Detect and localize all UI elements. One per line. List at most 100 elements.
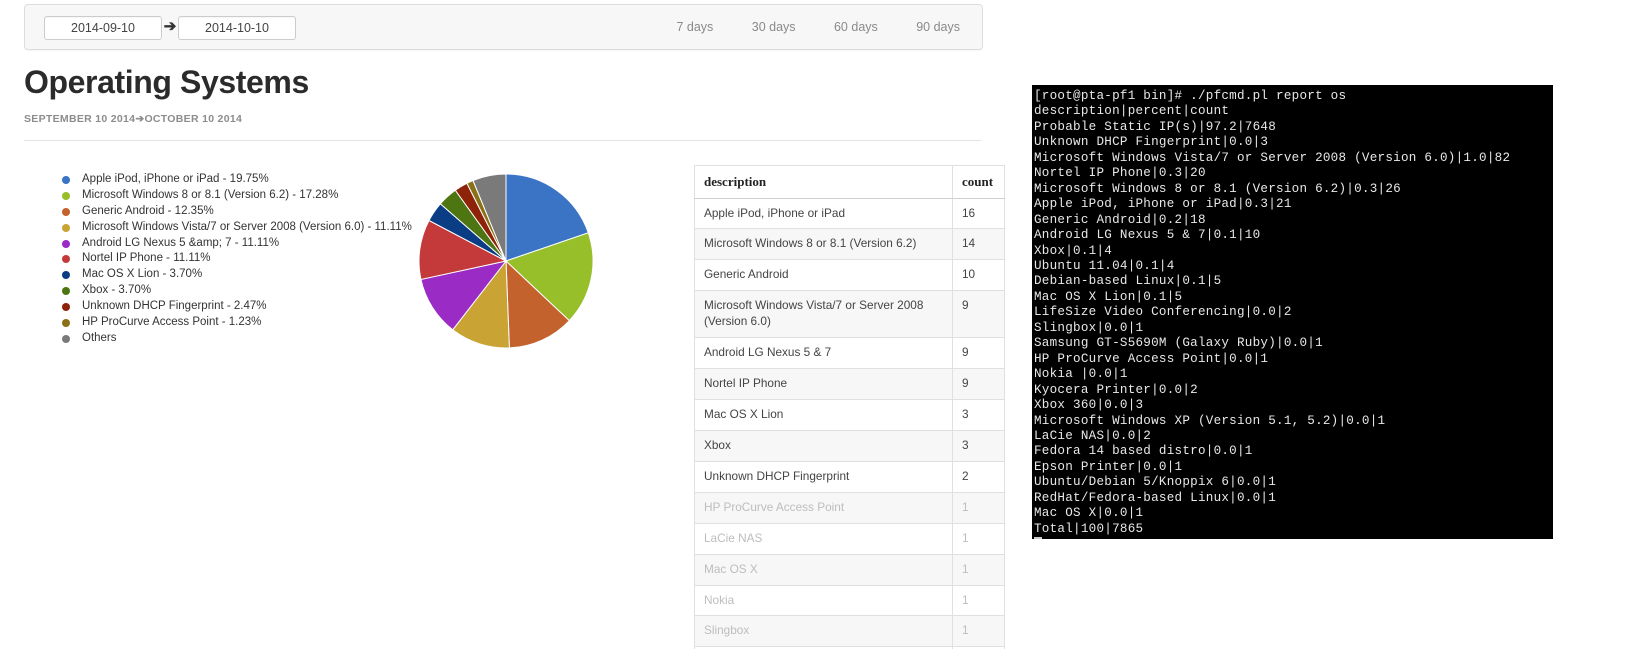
legend-item[interactable]: Unknown DHCP Fingerprint - 2.47% — [62, 299, 442, 315]
range-link-30-days[interactable]: 30 days — [752, 17, 796, 37]
terminal-line: Generic Android|0.2|18 — [1032, 213, 1553, 228]
cell-count: 1 — [953, 585, 1005, 616]
terminal-line: HP ProCurve Access Point|0.0|1 — [1032, 352, 1553, 367]
range-link-90-days[interactable]: 90 days — [916, 17, 960, 37]
legend-item[interactable]: Microsoft Windows Vista/7 or Server 2008… — [62, 220, 442, 236]
legend-item[interactable]: Android LG Nexus 5 &amp; 7 - 11.11% — [62, 236, 442, 252]
legend-item-label: Mac OS X Lion - 3.70% — [82, 267, 202, 283]
table-row[interactable]: LaCie NAS1 — [695, 523, 1005, 554]
range-link-7-days[interactable]: 7 days — [676, 17, 713, 37]
table-row[interactable]: Android LG Nexus 5 & 79 — [695, 338, 1005, 369]
legend-item-label: Nortel IP Phone - 11.11% — [82, 251, 211, 267]
range-link-60-days[interactable]: 60 days — [834, 17, 878, 37]
terminal-line: LifeSize Video Conferencing|0.0|2 — [1032, 305, 1553, 320]
terminal-window[interactable]: [root@pta-pf1 bin]# ./pfcmd.pl report os… — [1032, 85, 1553, 539]
terminal-line: Microsoft Windows Vista/7 or Server 2008… — [1032, 151, 1553, 166]
cell-count: 14 — [953, 229, 1005, 260]
table-body: Apple iPod, iPhone or iPad16Microsoft Wi… — [695, 198, 1005, 649]
table-row[interactable]: Unknown DHCP Fingerprint2 — [695, 461, 1005, 492]
cell-description: LaCie NAS — [695, 523, 953, 554]
terminal-line: Ubuntu/Debian 5/Knoppix 6|0.0|1 — [1032, 475, 1553, 490]
terminal-line: Mac OS X Lion|0.1|5 — [1032, 290, 1553, 305]
date-range-toolbar: ➔ 7 days 30 days 60 days 90 days — [24, 4, 983, 50]
table-row[interactable]: Mac OS X Lion3 — [695, 400, 1005, 431]
legend-color-swatch-icon — [62, 287, 70, 295]
legend-item[interactable]: Generic Android - 12.35% — [62, 204, 442, 220]
table-row[interactable]: Slingbox1 — [695, 616, 1005, 647]
table-row[interactable]: Mac OS X1 — [695, 554, 1005, 585]
column-header-count: count — [953, 166, 1005, 199]
table-row[interactable]: Apple iPod, iPhone or iPad16 — [695, 198, 1005, 229]
cell-description: Nokia — [695, 585, 953, 616]
legend-item-label: Apple iPod, iPhone or iPad - 19.75% — [82, 172, 269, 188]
terminal-line: Samsung GT-S5690M (Galaxy Ruby)|0.0|1 — [1032, 336, 1553, 351]
table-row[interactable]: Xbox3 — [695, 430, 1005, 461]
report-content-column: ➔ 7 days 30 days 60 days 90 days Operati… — [0, 0, 1020, 649]
legend-item[interactable]: HP ProCurve Access Point - 1.23% — [62, 315, 442, 331]
subtitle-start-date: SEPTEMBER 10 2014 — [24, 113, 135, 125]
cell-description: Mac OS X — [695, 554, 953, 585]
legend-color-swatch-icon — [62, 319, 70, 327]
legend-item-label: Unknown DHCP Fingerprint - 2.47% — [82, 299, 267, 315]
terminal-line: Unknown DHCP Fingerprint|0.0|3 — [1032, 135, 1553, 150]
pie-chart-svg — [418, 173, 594, 349]
terminal-line: [root@pta-pf1 bin]# ./pfcmd.pl report os — [1032, 89, 1553, 104]
legend-item[interactable]: Microsoft Windows 8 or 8.1 (Version 6.2)… — [62, 188, 442, 204]
quick-range-links: 7 days 30 days 60 days 90 days — [676, 17, 960, 37]
legend-item[interactable]: Mac OS X Lion - 3.70% — [62, 267, 442, 283]
cell-description: Microsoft Windows 8 or 8.1 (Version 6.2) — [695, 229, 953, 260]
cell-count: 9 — [953, 291, 1005, 338]
legend-color-swatch-icon — [62, 176, 70, 184]
cell-description: HP ProCurve Access Point — [695, 492, 953, 523]
cursor-block-icon — [1034, 537, 1042, 539]
terminal-line: Apple iPod, iPhone or iPad|0.3|21 — [1032, 197, 1553, 212]
terminal-line: Xbox|0.1|4 — [1032, 244, 1553, 259]
cell-count: 1 — [953, 616, 1005, 647]
table-row[interactable]: Nokia1 — [695, 585, 1005, 616]
cell-description: Unknown DHCP Fingerprint — [695, 461, 953, 492]
end-date-input[interactable] — [178, 16, 296, 40]
table-row[interactable]: HP ProCurve Access Point1 — [695, 492, 1005, 523]
legend-item-label: Microsoft Windows Vista/7 or Server 2008… — [82, 220, 412, 236]
legend-color-swatch-icon — [62, 255, 70, 263]
table-header-row: description count — [695, 166, 1005, 199]
legend-item[interactable]: Apple iPod, iPhone or iPad - 19.75% — [62, 172, 442, 188]
legend-item[interactable]: Others — [62, 331, 442, 347]
terminal-line: LaCie NAS|0.0|2 — [1032, 429, 1553, 444]
terminal-line: Microsoft Windows 8 or 8.1 (Version 6.2)… — [1032, 182, 1553, 197]
legend-color-swatch-icon — [62, 335, 70, 343]
legend-color-swatch-icon — [62, 224, 70, 232]
table-row[interactable]: Microsoft Windows Vista/7 or Server 2008… — [695, 291, 1005, 338]
arrow-right-icon: ➔ — [163, 17, 177, 37]
terminal-line: Android LG Nexus 5 & 7|0.1|10 — [1032, 228, 1553, 243]
cell-count: 9 — [953, 338, 1005, 369]
legend-color-swatch-icon — [62, 192, 70, 200]
cell-count: 1 — [953, 523, 1005, 554]
legend-item[interactable]: Nortel IP Phone - 11.11% — [62, 251, 442, 267]
cell-count: 10 — [953, 260, 1005, 291]
subtitle-end-date: OCTOBER 10 2014 — [144, 113, 242, 125]
cell-description: Mac OS X Lion — [695, 400, 953, 431]
cell-description: Generic Android — [695, 260, 953, 291]
page-date-range-subtitle: SEPTEMBER 10 2014➔OCTOBER 10 2014 — [24, 113, 242, 125]
table-row[interactable]: Generic Android10 — [695, 260, 1005, 291]
cell-description: Xbox — [695, 430, 953, 461]
cell-description: Microsoft Windows Vista/7 or Server 2008… — [695, 291, 953, 338]
legend-item[interactable]: Xbox - 3.70% — [62, 283, 442, 299]
table-row[interactable]: Microsoft Windows 8 or 8.1 (Version 6.2)… — [695, 229, 1005, 260]
cell-count: 3 — [953, 430, 1005, 461]
terminal-line: Epson Printer|0.0|1 — [1032, 460, 1553, 475]
cell-count: 3 — [953, 400, 1005, 431]
cell-description: Nortel IP Phone — [695, 369, 953, 400]
legend-item-label: HP ProCurve Access Point - 1.23% — [82, 315, 261, 331]
terminal-line: description|percent|count — [1032, 104, 1553, 119]
legend-item-label: Microsoft Windows 8 or 8.1 (Version 6.2)… — [82, 188, 338, 204]
cell-count: 9 — [953, 369, 1005, 400]
legend-color-swatch-icon — [62, 240, 70, 248]
table-row[interactable]: Nortel IP Phone9 — [695, 369, 1005, 400]
terminal-line: RedHat/Fedora-based Linux|0.0|1 — [1032, 491, 1553, 506]
terminal-line: Slingbox|0.0|1 — [1032, 321, 1553, 336]
legend-item-label: Generic Android - 12.35% — [82, 204, 214, 220]
start-date-input[interactable] — [44, 16, 162, 40]
chart-legend: Apple iPod, iPhone or iPad - 19.75%Micro… — [62, 172, 442, 347]
